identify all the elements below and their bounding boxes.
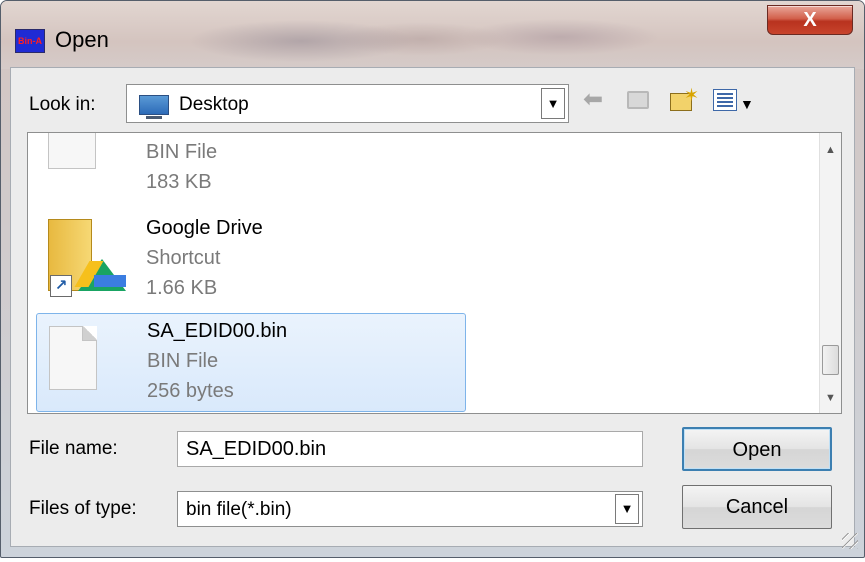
- file-list[interactable]: BIN File 183 KB ↗ Google Drive Shortcut …: [27, 132, 842, 414]
- document-icon: [48, 133, 96, 169]
- look-in-label: Look in:: [29, 94, 96, 115]
- file-type: Shortcut: [146, 247, 221, 269]
- document-icon: [49, 326, 97, 390]
- scroll-up-icon[interactable]: ▲: [820, 139, 841, 161]
- resize-grip-icon[interactable]: [842, 533, 858, 549]
- file-name: SA_EDID00.bin: [147, 320, 288, 342]
- scroll-down-icon[interactable]: ▼: [820, 387, 841, 409]
- file-name-label: File name:: [29, 438, 118, 459]
- desktop-icon: [139, 95, 169, 119]
- list-item[interactable]: ↗ Google Drive Shortcut 1.66 KB: [36, 211, 466, 310]
- vertical-scrollbar[interactable]: ▲ ▼: [819, 133, 841, 413]
- file-type-label: Files of type:: [29, 498, 137, 519]
- file-type-value: bin file(*.bin): [186, 499, 292, 520]
- app-icon: Bin-A: [15, 29, 45, 53]
- file-name-field[interactable]: [177, 431, 643, 467]
- view-menu-chevron-icon[interactable]: ▼: [740, 92, 754, 116]
- list-item-selected[interactable]: SA_EDID00.bin BIN File 256 bytes: [36, 313, 466, 412]
- chevron-down-icon[interactable]: ▼: [615, 494, 639, 524]
- view-menu-icon[interactable]: [713, 89, 737, 111]
- shortcut-arrow-icon: ↗: [50, 275, 72, 297]
- sparkle-icon: ✶: [684, 85, 700, 105]
- cancel-button[interactable]: Cancel: [682, 485, 832, 529]
- file-type-dropdown[interactable]: bin file(*.bin) ▼: [177, 491, 643, 527]
- file-size: 1.66 KB: [146, 277, 218, 299]
- look-in-value: Desktop: [179, 94, 249, 115]
- file-size: 183 KB: [146, 171, 212, 193]
- drive-blue-shape: [94, 275, 126, 287]
- look-in-dropdown[interactable]: Desktop ▼: [126, 84, 569, 123]
- dialog-title: Open: [55, 27, 109, 52]
- up-one-level-icon[interactable]: [627, 91, 649, 109]
- open-dialog: Bin-A Open X Look in: Desktop ▼ ⬅ ✶ ▼ BI…: [0, 0, 865, 558]
- new-folder-icon[interactable]: ✶: [670, 85, 699, 113]
- close-button[interactable]: X: [767, 5, 853, 35]
- title-bar[interactable]: Bin-A Open X: [1, 1, 864, 69]
- file-size: 256 bytes: [147, 380, 234, 402]
- file-name: Google Drive: [146, 217, 263, 239]
- file-type: BIN File: [146, 141, 218, 163]
- scroll-thumb[interactable]: [822, 345, 839, 375]
- open-button[interactable]: Open: [682, 427, 832, 471]
- chevron-down-icon[interactable]: ▼: [541, 88, 565, 119]
- file-type: BIN File: [147, 350, 219, 372]
- list-item[interactable]: BIN File 183 KB: [36, 133, 466, 218]
- back-arrow-icon[interactable]: ⬅: [583, 88, 603, 112]
- google-drive-folder-icon: ↗: [48, 219, 126, 299]
